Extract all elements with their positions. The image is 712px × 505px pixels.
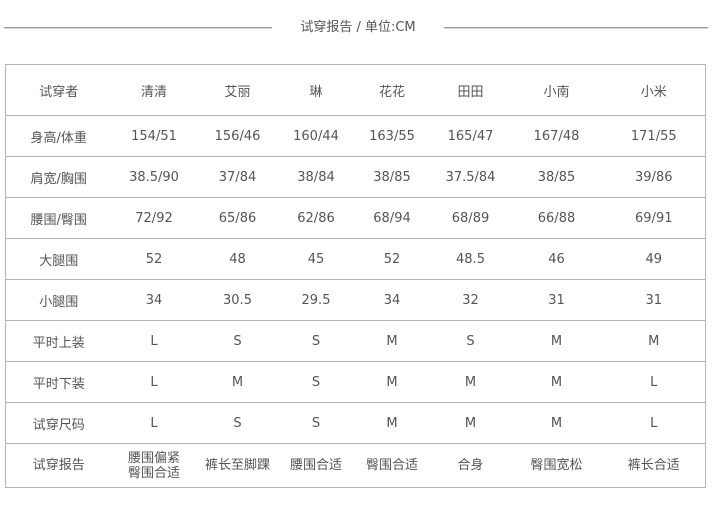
table-cell: S xyxy=(196,402,279,444)
row-label: 小腿围 xyxy=(5,279,112,321)
table-cell: L xyxy=(111,320,197,362)
table-cell: 37.5/84 xyxy=(430,156,511,198)
table-header-row: 试穿者 清清 艾丽 琳 花花 田田 小南 小米 xyxy=(5,64,706,116)
table-cell: 裤长至脚踝 xyxy=(204,458,270,473)
table-cell: 腰围合适 xyxy=(289,458,342,473)
table-row-fitting-report: 试穿报告 腰围偏紧 臀围合适 裤长至脚踝 腰围合适 臀围合适 合身 臀围宽松 裤… xyxy=(6,444,706,488)
table-cell: 48.5 xyxy=(430,238,511,280)
row-label: 腰围/臀围 xyxy=(5,197,112,239)
table-cell: 62/86 xyxy=(278,197,354,239)
table-cell: 腰围偏紧 臀围合适 xyxy=(112,444,197,488)
table-row-thigh: 大腿围 52 48 45 52 48.5 46 49 xyxy=(5,238,706,280)
table-cell: M xyxy=(430,361,511,403)
row-label: 肩宽/胸围 xyxy=(5,156,112,198)
table-cell: 49 xyxy=(602,238,706,280)
report-line: 腰围偏紧 xyxy=(127,450,180,466)
table-cell: M xyxy=(353,402,431,444)
tester-name: 花花 xyxy=(353,64,431,116)
table-cell: 68/94 xyxy=(353,197,431,239)
table-cell: 38/85 xyxy=(353,156,431,198)
table-cell: 37/84 xyxy=(196,156,279,198)
row-label-tester: 试穿者 xyxy=(5,64,112,116)
table-cell: 156/46 xyxy=(196,115,279,157)
table-cell: 34 xyxy=(353,279,431,321)
table-cell: S xyxy=(278,361,354,403)
table-cell: 31 xyxy=(510,279,603,321)
table-cell: S xyxy=(196,320,279,362)
tester-name: 田田 xyxy=(430,64,511,116)
table-cell: 46 xyxy=(510,238,603,280)
table-cell: 68/89 xyxy=(430,197,511,239)
table-cell: M xyxy=(602,320,706,362)
table-cell: M xyxy=(510,402,603,444)
report-line: 臀围合适 xyxy=(127,465,180,481)
table-cell: S xyxy=(278,320,354,362)
table-row-trial-size: 试穿尺码 L S S M M M L xyxy=(5,402,706,444)
table-cell: M xyxy=(510,320,603,362)
table-row-height-weight: 身高/体重 154/51 156/46 160/44 163/55 165/47… xyxy=(5,115,706,157)
table-cell: 裤长合适 xyxy=(627,458,680,473)
table-cell: 160/44 xyxy=(278,115,354,157)
page-title: 试穿报告 / 单位:CM xyxy=(300,20,416,35)
table-cell: 臀围合适 xyxy=(365,458,418,473)
table-cell: 34 xyxy=(111,279,197,321)
row-label: 平时上装 xyxy=(5,320,112,362)
fitting-report-table: 试穿者 清清 艾丽 琳 花花 田田 小南 小米 身高/体重 154/51 156… xyxy=(5,64,706,488)
title-bar: 试穿报告 / 单位:CM xyxy=(0,14,712,42)
table-cell: L xyxy=(602,361,706,403)
table-cell: 30.5 xyxy=(196,279,279,321)
table-cell: 65/86 xyxy=(196,197,279,239)
table-cell: M xyxy=(430,402,511,444)
table-cell: 31 xyxy=(602,279,706,321)
table-cell: 38/85 xyxy=(510,156,603,198)
tester-name: 艾丽 xyxy=(196,64,279,116)
table-row-usual-bottom-size: 平时下装 L M S M M M L xyxy=(5,361,706,403)
table-cell: 66/88 xyxy=(510,197,603,239)
row-label: 身高/体重 xyxy=(5,115,112,157)
table-cell: L xyxy=(602,402,706,444)
table-cell: 29.5 xyxy=(278,279,354,321)
table-cell: 167/48 xyxy=(510,115,603,157)
table-cell: L xyxy=(111,361,197,403)
row-label: 试穿报告 xyxy=(32,458,85,473)
table-cell: 臀围宽松 xyxy=(530,458,583,473)
table-cell: M xyxy=(353,320,431,362)
table-cell: 39/86 xyxy=(602,156,706,198)
table-cell: 38.5/90 xyxy=(111,156,197,198)
table-cell: 163/55 xyxy=(353,115,431,157)
table-cell: S xyxy=(278,402,354,444)
title-divider-right xyxy=(444,27,708,29)
table-cell: 32 xyxy=(430,279,511,321)
table-cell: 48 xyxy=(196,238,279,280)
tester-name: 小南 xyxy=(510,64,603,116)
table-cell: 38/84 xyxy=(278,156,354,198)
table-cell: 154/51 xyxy=(111,115,197,157)
table-row-shoulder-chest: 肩宽/胸围 38.5/90 37/84 38/84 38/85 37.5/84 … xyxy=(5,156,706,198)
table-cell: 52 xyxy=(111,238,197,280)
table-cell: M xyxy=(353,361,431,403)
table-cell: 45 xyxy=(278,238,354,280)
table-row-waist-hip: 腰围/臀围 72/92 65/86 62/86 68/94 68/89 66/8… xyxy=(5,197,706,239)
table-cell: 72/92 xyxy=(111,197,197,239)
row-label: 大腿围 xyxy=(5,238,112,280)
table-cell: S xyxy=(430,320,511,362)
table-cell: 171/55 xyxy=(602,115,706,157)
table-row-usual-top-size: 平时上装 L S S M S M M xyxy=(5,320,706,362)
tester-name: 清清 xyxy=(111,64,197,116)
table-cell: 52 xyxy=(353,238,431,280)
table-cell: M xyxy=(196,361,279,403)
table-row-calf: 小腿围 34 30.5 29.5 34 32 31 31 xyxy=(5,279,706,321)
table-cell: M xyxy=(510,361,603,403)
table-cell: 合身 xyxy=(457,458,484,473)
row-label: 试穿尺码 xyxy=(5,402,112,444)
table-cell: 165/47 xyxy=(430,115,511,157)
row-label: 平时下装 xyxy=(5,361,112,403)
table-cell: 69/91 xyxy=(602,197,706,239)
table-cell: L xyxy=(111,402,197,444)
tester-name: 琳 xyxy=(278,64,354,116)
tester-name: 小米 xyxy=(602,64,706,116)
title-divider-left xyxy=(4,27,272,29)
